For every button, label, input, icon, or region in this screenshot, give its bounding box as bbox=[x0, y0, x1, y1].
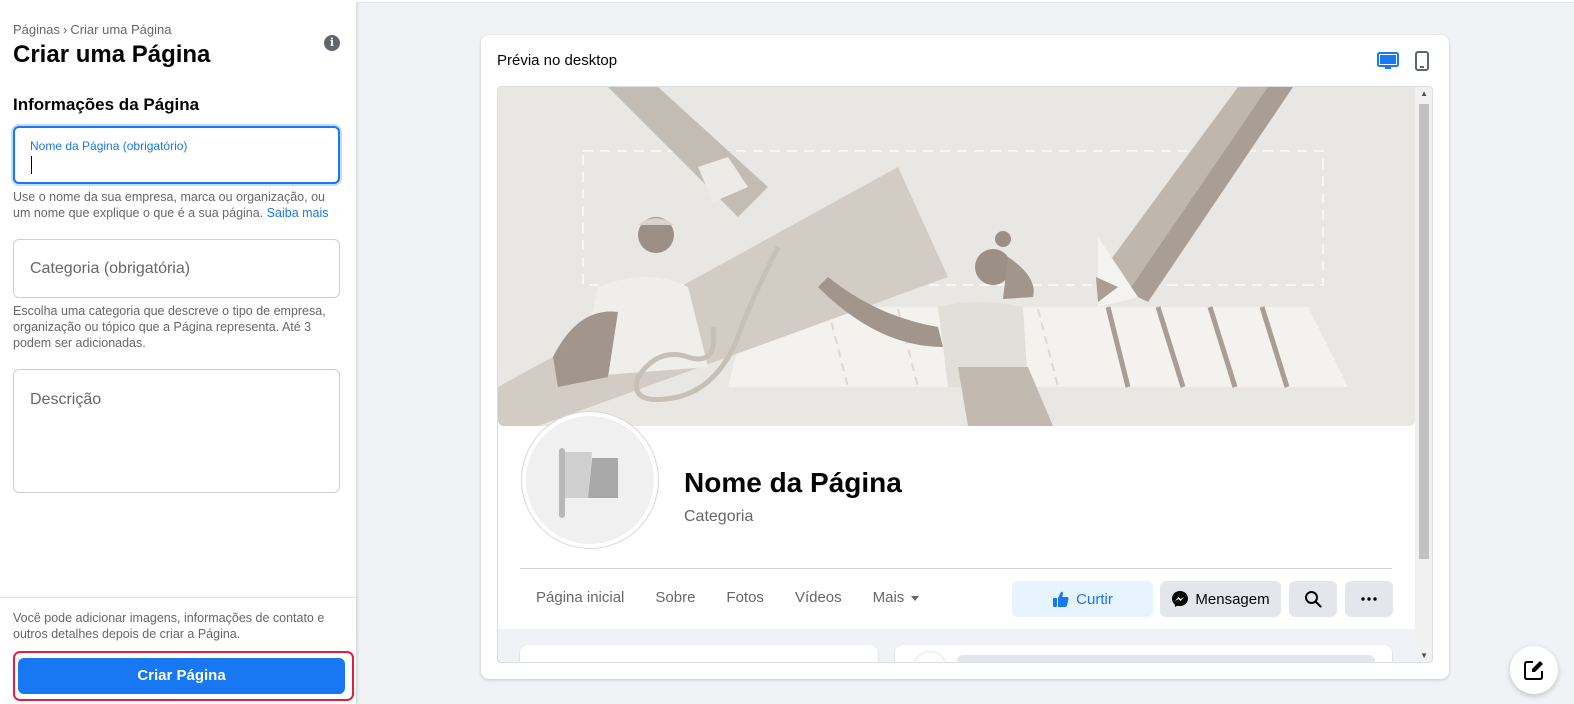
breadcrumb-current: Criar uma Página bbox=[70, 22, 172, 37]
page-name-input[interactable]: Nome da Página (obrigatório) bbox=[13, 126, 340, 184]
flag-icon bbox=[559, 448, 618, 518]
preview-category: Categoria bbox=[684, 508, 754, 525]
page-name-label: Nome da Página (obrigatório) bbox=[30, 139, 188, 153]
tab-videos[interactable]: Vídeos bbox=[795, 587, 842, 609]
description-textarea[interactable]: Descrição bbox=[13, 369, 340, 493]
profile-divider bbox=[520, 568, 1392, 569]
post-card-placeholder bbox=[895, 645, 1392, 662]
more-icon bbox=[1361, 597, 1377, 601]
category-input[interactable]: Categoria (obrigatória) bbox=[13, 239, 340, 298]
preview-scrollbar[interactable]: ▲ ▼ bbox=[1415, 87, 1432, 662]
scroll-down-arrow-icon[interactable]: ▼ bbox=[1420, 651, 1428, 660]
page-avatar bbox=[522, 412, 658, 548]
create-page-panel: Páginas › Criar uma Página Criar uma Págin… bbox=[0, 0, 356, 704]
tab-about[interactable]: Sobre bbox=[655, 587, 695, 609]
more-options-button[interactable] bbox=[1345, 581, 1393, 617]
breadcrumb-separator: › bbox=[62, 22, 68, 37]
learn-more-link[interactable]: Saiba mais bbox=[267, 206, 329, 220]
text-cursor bbox=[31, 156, 32, 174]
mobile-icon[interactable] bbox=[1415, 51, 1429, 76]
page-tabs: Página inicial Sobre Fotos Vídeos Mais bbox=[536, 587, 950, 609]
breadcrumb: Páginas › Criar uma Página bbox=[13, 22, 171, 37]
create-page-button[interactable]: Criar Página bbox=[18, 658, 345, 694]
like-button[interactable]: Curtir bbox=[1012, 581, 1153, 617]
page-title: Criar uma Página bbox=[13, 41, 211, 68]
tab-home[interactable]: Página inicial bbox=[536, 587, 624, 609]
message-label: Mensagem bbox=[1195, 590, 1270, 608]
tab-photos[interactable]: Fotos bbox=[726, 587, 764, 609]
avatar-placeholder bbox=[913, 651, 947, 662]
page-name-help: Use o nome da sua empresa, marca ou orga… bbox=[13, 189, 343, 221]
description-placeholder: Descrição bbox=[30, 391, 102, 408]
like-label: Curtir bbox=[1076, 590, 1113, 608]
breadcrumb-pages-link[interactable]: Páginas bbox=[13, 22, 60, 37]
tab-more[interactable]: Mais bbox=[873, 587, 920, 609]
preview-frame: Nome da Página Categoria Página inicial … bbox=[497, 86, 1433, 663]
preview-page-name: Nome da Página bbox=[684, 467, 902, 498]
top-divider bbox=[356, 0, 1574, 3]
intro-card-placeholder bbox=[520, 645, 878, 662]
search-button[interactable] bbox=[1289, 581, 1337, 617]
desktop-preview-card: Prévia no desktop Nome da Página Categor… bbox=[481, 35, 1449, 679]
info-icon[interactable]: i bbox=[324, 35, 340, 51]
desktop-icon[interactable] bbox=[1377, 51, 1399, 76]
new-message-button[interactable] bbox=[1510, 646, 1558, 694]
chevron-down-icon bbox=[911, 595, 920, 601]
composer-placeholder bbox=[957, 655, 1375, 662]
bottom-note: Você pode adicionar imagens, informações… bbox=[13, 611, 325, 641]
messenger-icon bbox=[1172, 591, 1189, 607]
message-button[interactable]: Mensagem bbox=[1160, 581, 1281, 617]
category-help: Escolha uma categoria que descreve o tip… bbox=[13, 304, 326, 350]
scrollbar-thumb[interactable] bbox=[1419, 104, 1429, 559]
tab-more-label: Mais bbox=[872, 589, 905, 606]
scroll-up-arrow-icon[interactable]: ▲ bbox=[1420, 89, 1428, 98]
thumbs-up-icon bbox=[1053, 591, 1069, 607]
page-profile-preview: Nome da Página Categoria Página inicial … bbox=[498, 87, 1417, 629]
search-icon bbox=[1305, 591, 1322, 608]
edit-icon bbox=[1524, 661, 1543, 680]
create-button-highlight: Criar Página bbox=[13, 651, 354, 701]
category-placeholder: Categoria (obrigatória) bbox=[30, 260, 191, 277]
section-heading: Informações da Página bbox=[13, 95, 200, 114]
bottom-action-bar: Você pode adicionar imagens, informações… bbox=[0, 597, 356, 704]
cover-illustration bbox=[498, 87, 1415, 426]
preview-title: Prévia no desktop bbox=[497, 52, 618, 69]
